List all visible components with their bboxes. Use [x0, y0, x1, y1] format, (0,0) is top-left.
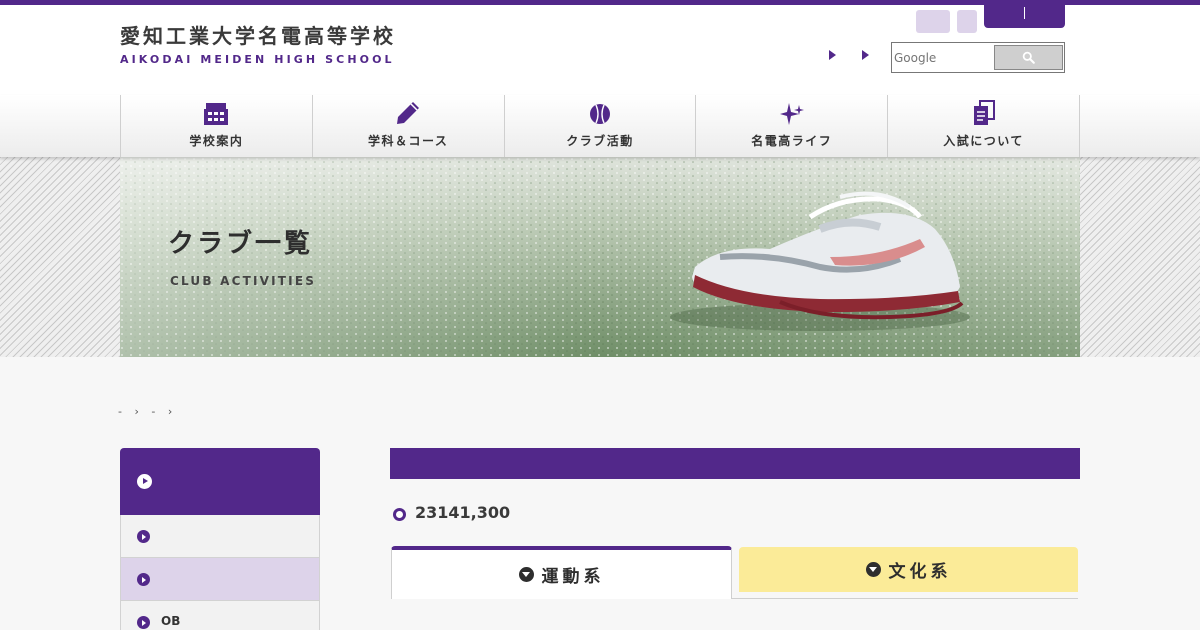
chevron-down-icon [865, 562, 881, 577]
club-count: 23141,300 [393, 503, 510, 522]
nav-item-club-activities[interactable]: クラブ活動 [505, 95, 697, 157]
search-icon [1022, 51, 1035, 64]
utility-button-2[interactable] [957, 10, 977, 33]
ring-bullet-icon [393, 507, 406, 521]
nav-item-school-guide[interactable]: 学校案内 [121, 95, 313, 157]
nav-item-label: 学校案内 [189, 134, 244, 148]
content-heading-bar [390, 448, 1080, 479]
search-button[interactable] [994, 45, 1063, 70]
tab-label: 運動系 [541, 567, 605, 587]
school-building-icon [204, 103, 229, 125]
circle-arrow-icon [137, 474, 152, 489]
sidebar-item-label: OB [161, 614, 181, 628]
pencil-icon [397, 102, 420, 124]
page-title: クラブ一覧 [168, 229, 314, 259]
utility-button-1[interactable] [916, 10, 950, 33]
site-header: 愛知工業大学名電高等学校 AIKODAI MEIDEN HIGH SCHOOL [0, 0, 1200, 95]
nav-item-label: クラブ活動 [566, 134, 634, 148]
breadcrumb-item[interactable]: - [118, 405, 122, 418]
search-input[interactable] [894, 45, 994, 70]
sidebar-header[interactable] [120, 448, 320, 515]
sparkle-icon [779, 103, 804, 125]
global-navigation: 学校案内 学科＆コース クラブ活動 名電高ライフ 入試について [0, 95, 1200, 157]
circle-arrow-icon [137, 530, 150, 543]
sidebar-item-active[interactable] [120, 558, 320, 601]
logo-japanese-name: 愛知工業大学名電高等学校 [120, 24, 396, 48]
tab-label: 文化系 [888, 562, 952, 582]
sidebar: OB [120, 448, 320, 630]
sidebar-item-ob[interactable]: OB [120, 601, 320, 630]
tab-culture-clubs[interactable]: 文化系 [739, 547, 1078, 592]
utility-main-button[interactable] [984, 0, 1065, 28]
nav-item-label: 入試について [943, 134, 1024, 148]
logo-english-name: AIKODAI MEIDEN HIGH SCHOOL [120, 53, 395, 66]
page-hero: クラブ一覧 CLUB ACTIVITIES [0, 157, 1200, 357]
sidebar-item[interactable] [120, 515, 320, 558]
breadcrumb-separator: › [167, 405, 173, 418]
utility-divider [1024, 7, 1025, 19]
school-logo[interactable]: 愛知工業大学名電高等学校 AIKODAI MEIDEN HIGH SCHOOL [120, 23, 396, 66]
play-arrow-icon[interactable] [829, 50, 836, 60]
breadcrumb-separator: › [134, 405, 139, 418]
nav-item-label: 学科＆コース [367, 134, 449, 148]
tab-sports-clubs[interactable]: 運動系 [391, 546, 732, 599]
ball-icon [589, 104, 610, 124]
breadcrumb: - › - › [118, 405, 181, 418]
club-count-text: 23141,300 [415, 503, 511, 522]
circle-arrow-icon [137, 616, 150, 629]
nav-item-label: 名電高ライフ [751, 134, 833, 148]
page-subtitle: CLUB ACTIVITIES [170, 274, 317, 288]
nav-item-departments[interactable]: 学科＆コース [313, 95, 505, 157]
circle-arrow-icon [137, 573, 150, 586]
site-search [891, 42, 1065, 73]
breadcrumb-item[interactable]: - [151, 405, 155, 418]
nav-item-admissions[interactable]: 入試について [888, 95, 1080, 157]
chevron-down-icon [518, 567, 534, 582]
documents-icon [973, 100, 995, 125]
nav-item-school-life[interactable]: 名電高ライフ [696, 95, 889, 157]
play-arrow-icon[interactable] [862, 50, 869, 60]
